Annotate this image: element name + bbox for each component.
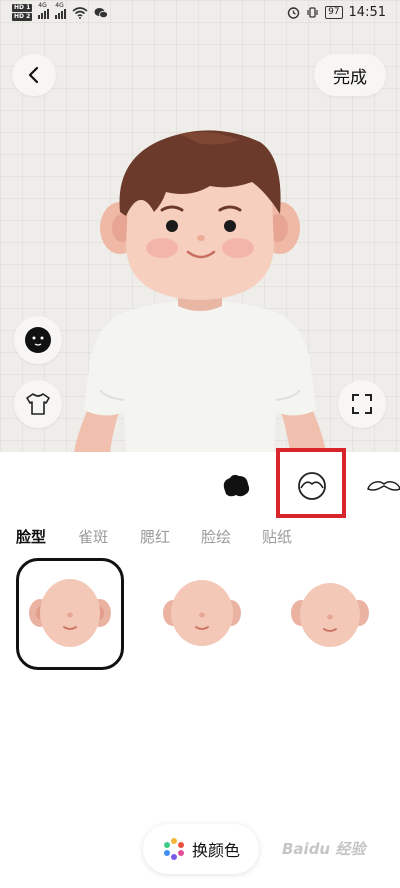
face-option-2[interactable] [148, 558, 256, 670]
face-mode-button[interactable] [14, 316, 62, 364]
face-preview [163, 580, 241, 646]
feature-tabs: 脸型 雀斑 腮红 脸绘 贴纸 [0, 522, 400, 552]
face-option-1[interactable] [16, 558, 124, 670]
done-button[interactable]: 完成 [314, 54, 386, 96]
edit-panel: 脸型 雀斑 腮红 脸绘 贴纸 [0, 448, 400, 888]
fullscreen-icon [352, 394, 372, 414]
wifi-icon [72, 6, 88, 19]
mustache-icon [367, 480, 400, 491]
chevron-left-icon [28, 66, 39, 84]
hd-indicator: HD 1 HD 2 [12, 4, 33, 21]
avatar-stage: HD 1 HD 2 4G 4G 97 14:51 完成 [0, 0, 400, 452]
alarm-icon [287, 7, 300, 19]
tab-face-shape[interactable]: 脸型 [16, 526, 46, 547]
category-mustache[interactable] [364, 466, 400, 506]
change-color-button[interactable]: 换颜色 [143, 824, 259, 874]
status-bar: HD 1 HD 2 4G 4G 97 14:51 [0, 0, 400, 28]
tab-blush[interactable]: 腮红 [140, 526, 170, 547]
highlight-box [276, 448, 346, 518]
face-options [0, 556, 400, 676]
battery-level: 97 [325, 6, 343, 19]
palette-icon [163, 838, 184, 860]
face-option-3[interactable] [276, 558, 384, 670]
wechat-icon [94, 7, 109, 18]
face-preview [29, 579, 111, 647]
back-button[interactable] [12, 54, 56, 96]
clothing-mode-button[interactable] [14, 380, 62, 428]
change-color-label: 换颜色 [191, 841, 240, 860]
tab-freckles[interactable]: 雀斑 [78, 526, 108, 547]
signal-2-icon: 4G [55, 2, 67, 19]
face-preview [291, 583, 369, 647]
clock: 14:51 [348, 5, 386, 20]
fullscreen-button[interactable] [338, 380, 386, 428]
tshirt-icon [26, 393, 50, 415]
tab-face-paint[interactable]: 脸绘 [201, 526, 231, 547]
watermark: Baidu 经验 [282, 840, 366, 858]
avatar-figure [74, 130, 326, 452]
face-icon [25, 327, 51, 353]
category-row [0, 448, 400, 518]
category-hair[interactable] [216, 466, 256, 506]
tab-stickers[interactable]: 贴纸 [262, 526, 292, 547]
hair-icon [223, 474, 250, 497]
vibrate-icon [307, 7, 318, 18]
signal-1-icon: 4G [38, 2, 50, 19]
